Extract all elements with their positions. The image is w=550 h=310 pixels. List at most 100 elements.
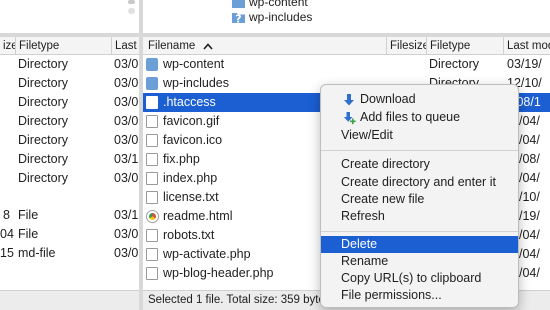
tree-scrollbar-track [128, 8, 135, 14]
row-date: /04/ [519, 114, 540, 128]
file-icon [146, 153, 158, 166]
row-date: 03/19/ [507, 57, 542, 71]
row-filename: wp-includes [163, 76, 230, 90]
local-pane: ize Filetype Last Directory 03/0 Directo… [0, 0, 139, 310]
menu-item-create-directory[interactable]: Create directory [321, 156, 518, 173]
menu-item-label: Rename [341, 254, 389, 268]
column-filetype[interactable]: Filetype [427, 37, 504, 55]
row-filename: index.php [163, 171, 218, 185]
table-row[interactable]: wp-content Directory 03/19/ [143, 55, 550, 74]
file-icon [146, 115, 158, 128]
menu-item-copy-url[interactable]: Copy URL(s) to clipboard [321, 270, 518, 287]
menu-item-label: Download [360, 92, 416, 106]
tree-scrollbar[interactable] [128, 0, 135, 4]
folder-icon [232, 0, 245, 8]
file-icon [146, 248, 158, 261]
row-date: 03/0 [114, 114, 139, 128]
row-filetype: Directory [18, 114, 69, 128]
local-directory-tree[interactable] [0, 0, 139, 36]
menu-item-view-edit[interactable]: View/Edit [321, 127, 518, 144]
menu-item-download[interactable]: Download [321, 91, 518, 108]
menu-item-label: Add files to queue [360, 110, 461, 124]
row-filetype: Directory [18, 171, 69, 185]
row-date: /19/ [519, 209, 540, 223]
menu-item-label: Copy URL(s) to clipboard [341, 271, 482, 285]
row-filetype: Directory [18, 133, 69, 147]
row-date: /08/ [519, 152, 540, 166]
column-last-modified[interactable]: Last mod [504, 37, 550, 55]
row-date: /04/ [519, 266, 540, 280]
local-file-list-header: ize Filetype Last [0, 37, 139, 55]
menu-item-label: Delete [341, 237, 378, 251]
sort-ascending-icon [202, 38, 213, 55]
table-row[interactable]: 15 md-file 03/0 [0, 244, 139, 263]
menu-separator [321, 150, 518, 151]
unknown-folder-icon: ? [232, 11, 245, 26]
menu-item-label: Create directory and enter it [341, 175, 496, 189]
column-filesize[interactable]: Filesize [387, 37, 427, 55]
file-icon [146, 191, 158, 204]
column-filesize[interactable]: ize [0, 37, 16, 55]
table-row[interactable]: Directory 03/1 [0, 150, 139, 169]
row-date: 03/0 [114, 227, 139, 241]
menu-item-label: Create new file [341, 192, 425, 206]
menu-item-refresh[interactable]: Refresh [321, 208, 518, 225]
file-icon [146, 267, 158, 280]
row-date: /10/ [519, 190, 540, 204]
row-date: 03/0 [114, 95, 139, 109]
row-filetype: md-file [18, 246, 56, 260]
row-date: /04/ [519, 171, 540, 185]
table-row[interactable]: Directory 03/0 [0, 93, 139, 112]
menu-item-rename[interactable]: Rename [321, 253, 518, 270]
table-row[interactable]: Directory 03/0 [0, 74, 139, 93]
column-filename[interactable]: Filename [143, 37, 387, 55]
add-to-queue-icon [342, 111, 356, 125]
row-date: 03/0 [114, 171, 139, 185]
row-filesize: 8 [3, 208, 10, 222]
row-filename: readme.html [163, 209, 233, 223]
row-filetype: Directory [18, 57, 69, 71]
row-filename: favicon.ico [163, 133, 223, 147]
table-row[interactable]: Directory 03/0 [0, 112, 139, 131]
context-menu: Download Add files to queue View/Edit Cr… [320, 84, 519, 308]
menu-item-add-to-queue[interactable]: Add files to queue [321, 109, 518, 126]
row-filename: wp-content [163, 57, 225, 71]
file-icon [146, 96, 158, 109]
download-icon [342, 93, 356, 107]
row-date: /04/ [519, 247, 540, 261]
row-filename: wp-blog-header.php [163, 266, 274, 280]
table-row[interactable]: 8 File 03/1 [0, 206, 139, 225]
menu-item-label: View/Edit [341, 128, 393, 142]
row-filename: robots.txt [163, 228, 215, 242]
row-date: 03/0 [114, 57, 139, 71]
row-filetype: File [18, 227, 39, 241]
menu-item-create-new-file[interactable]: Create new file [321, 191, 518, 208]
table-row[interactable]: 04 File 03/0 [0, 225, 139, 244]
menu-item-delete[interactable]: Delete [321, 236, 518, 253]
menu-item-label: Create directory [341, 157, 430, 171]
menu-item-label: File permissions... [341, 288, 442, 302]
row-filetype: Directory [429, 57, 480, 71]
table-row[interactable]: Directory 03/0 [0, 55, 139, 74]
row-filename: fix.php [163, 152, 200, 166]
row-date: 03/0 [114, 76, 139, 90]
chrome-icon [147, 211, 158, 222]
folder-icon [146, 58, 158, 71]
row-filename: wp-activate.php [163, 247, 251, 261]
column-last-modified[interactable]: Last [112, 37, 139, 55]
row-filename: .htaccess [163, 95, 216, 109]
folder-icon [146, 77, 158, 90]
row-date: 03/1 [114, 152, 139, 166]
menu-item-create-directory-enter[interactable]: Create directory and enter it [321, 174, 518, 191]
menu-item-file-permissions[interactable]: File permissions... [321, 287, 518, 304]
row-date: 03/1 [114, 208, 139, 222]
local-status-bar [0, 290, 139, 310]
row-date: 03/0 [114, 246, 139, 260]
row-filesize: 04 [0, 227, 14, 241]
table-row[interactable]: Directory 03/0 [0, 169, 139, 188]
row-date: /04/ [519, 228, 540, 242]
svg-text:?: ? [235, 13, 241, 26]
row-filetype: Directory [18, 152, 69, 166]
table-row[interactable]: Directory 03/0 [0, 131, 139, 150]
column-filetype[interactable]: Filetype [16, 37, 112, 55]
